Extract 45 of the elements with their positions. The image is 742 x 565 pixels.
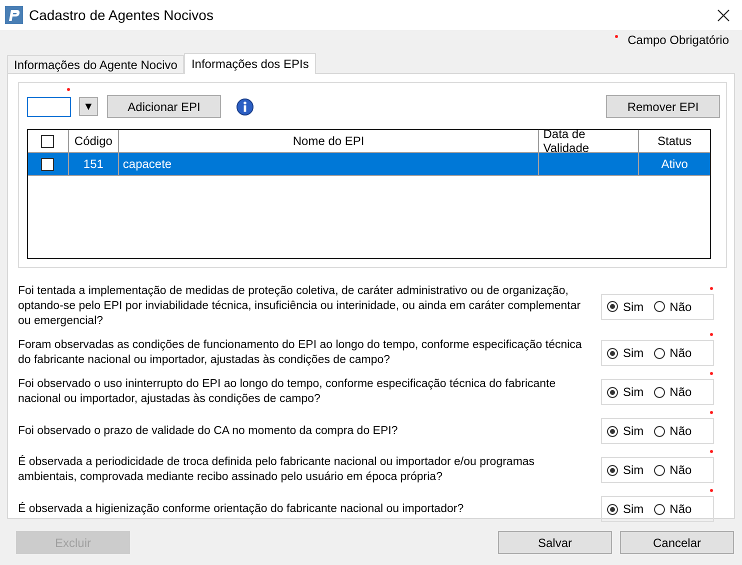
dropdown-button[interactable]: ▼ bbox=[79, 97, 98, 116]
required-marker-icon bbox=[710, 333, 713, 336]
required-marker-icon bbox=[710, 489, 713, 492]
app-logo-icon bbox=[5, 6, 23, 24]
tab[interactable]: Informações dos EPIs bbox=[184, 53, 316, 74]
radio-option[interactable]: Não bbox=[654, 502, 692, 516]
question-text: Foi tentada a implementação de medidas de proteção coletiva, de caráter administrativo ou de organização, optando-se pelo EPI por inviabilidade técnica, insuficiência ou interinidade, ou ainda em caráter complementar ou emergencial? bbox=[18, 284, 582, 329]
radio-option[interactable]: Sim bbox=[607, 385, 644, 399]
remove-epi-button[interactable]: Remover EPI bbox=[606, 95, 720, 118]
window-title: Cadastro de Agentes Nocivos bbox=[29, 7, 214, 23]
close-icon[interactable] bbox=[717, 8, 730, 22]
radio-option[interactable]: Não bbox=[654, 300, 692, 314]
question-text: Foram observadas as condições de funcionamento do EPI ao longo do tempo, conforme especificação técnica do fabricante nacional ou importador, ajustadas às condições de campo? bbox=[18, 338, 583, 368]
radio-option[interactable]: Não bbox=[654, 424, 692, 438]
question-text: É observada a periodicidade de troca definida pelo fabricante nacional ou importador e/ou programas ambientais, comprovada mediante recibo assinado pelo usuário em época própria? bbox=[18, 455, 536, 485]
radio-option[interactable]: Sim bbox=[607, 463, 644, 477]
radio-option[interactable]: Sim bbox=[607, 502, 644, 516]
add-epi-button[interactable]: Adicionar EPI bbox=[107, 95, 221, 118]
table-row[interactable]: 151 capacete Ativo bbox=[28, 153, 710, 176]
table-cell: 151 bbox=[83, 157, 104, 171]
legend-label: Campo Obrigatório bbox=[628, 33, 729, 47]
required-marker-icon bbox=[614, 34, 618, 38]
dialog-button[interactable]: Cancelar bbox=[620, 531, 734, 554]
radio-option[interactable]: Não bbox=[654, 385, 692, 399]
table-cell: capacete bbox=[122, 157, 172, 171]
required-marker-icon bbox=[710, 286, 713, 290]
info-icon[interactable] bbox=[236, 98, 254, 116]
radio-option[interactable]: Sim bbox=[607, 424, 644, 438]
required-marker-icon bbox=[710, 450, 713, 453]
epi-code-field[interactable] bbox=[27, 96, 71, 116]
dialog-button[interactable]: Salvar bbox=[498, 531, 612, 554]
tab[interactable]: Informações do Agente Nocivo bbox=[7, 55, 184, 73]
question-text: É observada a higienização conforme orientação do fabricante nacional ou importador? bbox=[18, 502, 465, 516]
row-checkbox[interactable] bbox=[41, 158, 54, 170]
question-text: Foi observado o prazo de validade do CA no momento da compra do EPI? bbox=[18, 424, 399, 438]
radio-option[interactable]: Não bbox=[654, 346, 692, 360]
select-all-checkbox[interactable] bbox=[41, 134, 54, 148]
required-marker-icon bbox=[710, 411, 713, 414]
table-cell: Ativo bbox=[661, 157, 688, 171]
radio-option[interactable]: Não bbox=[654, 463, 692, 477]
question-text: Foi observado o uso ininterrupto do EPI ao longo do tempo, conforme especificação técnica do fabricante nacional ou importador, ajustadas às condições de campo? bbox=[18, 377, 557, 407]
radio-option[interactable]: Sim bbox=[607, 346, 644, 360]
required-marker-icon bbox=[67, 88, 70, 90]
required-marker-icon bbox=[710, 372, 713, 375]
radio-option[interactable]: Sim bbox=[607, 300, 644, 314]
